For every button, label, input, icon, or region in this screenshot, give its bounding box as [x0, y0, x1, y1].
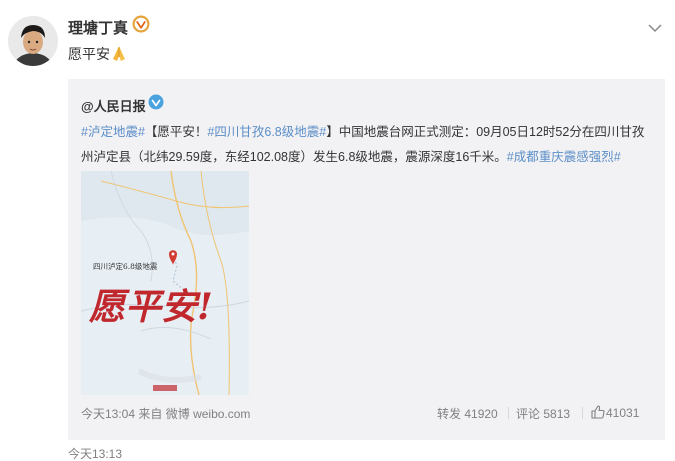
avatar[interactable] [8, 16, 58, 66]
folded-hands-emoji-icon [111, 46, 127, 65]
source-prefix: 来自 [138, 407, 163, 421]
post-time[interactable]: 今天13:13 [68, 445, 122, 461]
like-button[interactable]: 41031 [591, 405, 639, 422]
comment-label: 评论 [516, 407, 541, 421]
calligraphy-text: 愿平安! [88, 286, 213, 328]
verified-badge-icon [132, 15, 150, 33]
divider [582, 407, 583, 419]
map-label: 四川泸定6.8级地震 [93, 261, 158, 271]
repost-footer: 今天13:04 来自 微博 weibo.com 转发 41920 评论 5813… [81, 405, 656, 421]
hashtag-sichuan-ganzi-earthquake[interactable]: #四川甘孜6.8级地震# [207, 125, 326, 139]
hashtag-chengdu-chongqing-felt[interactable]: #成都重庆震感强烈# [507, 150, 621, 164]
thumbs-up-icon [591, 405, 605, 422]
repost-card[interactable]: @人民日报 #泸定地震#【愿平安！#四川甘孜6.8级地震#】中国地震台网正式测定… [68, 79, 665, 440]
repost-count: 41920 [464, 407, 498, 421]
comment-count: 5813 [543, 407, 571, 421]
original-author-name[interactable]: @人民日报 [81, 96, 146, 115]
original-post-time[interactable]: 今天13:04 [81, 407, 135, 421]
original-post-text: #泸定地震#【愿平安！#四川甘孜6.8级地震#】中国地震台网正式测定：09月05… [81, 120, 651, 170]
post-text: 愿平安 [68, 44, 127, 65]
image-logo [153, 385, 177, 391]
verified-blue-badge-icon [148, 94, 164, 110]
post-text-content: 愿平安 [68, 46, 110, 62]
post-author-name[interactable]: 理塘丁真 [68, 17, 128, 38]
post-source-link[interactable]: 微博 weibo.com [166, 407, 251, 421]
divider [508, 407, 509, 419]
original-post-meta: 今天13:04 来自 微博 weibo.com [81, 405, 250, 422]
like-count: 41031 [606, 406, 640, 420]
post-image[interactable]: 四川泸定6.8级地震 愿平安! [81, 171, 249, 395]
hashtag-luding-earthquake[interactable]: #泸定地震# [81, 125, 145, 139]
chevron-down-icon[interactable] [648, 20, 662, 33]
repost-button[interactable]: 转发 41920 [437, 405, 498, 422]
repost-label: 转发 [437, 407, 462, 421]
text-segment: 【愿平安！ [144, 125, 208, 139]
comment-button[interactable]: 评论 5813 [516, 405, 570, 422]
